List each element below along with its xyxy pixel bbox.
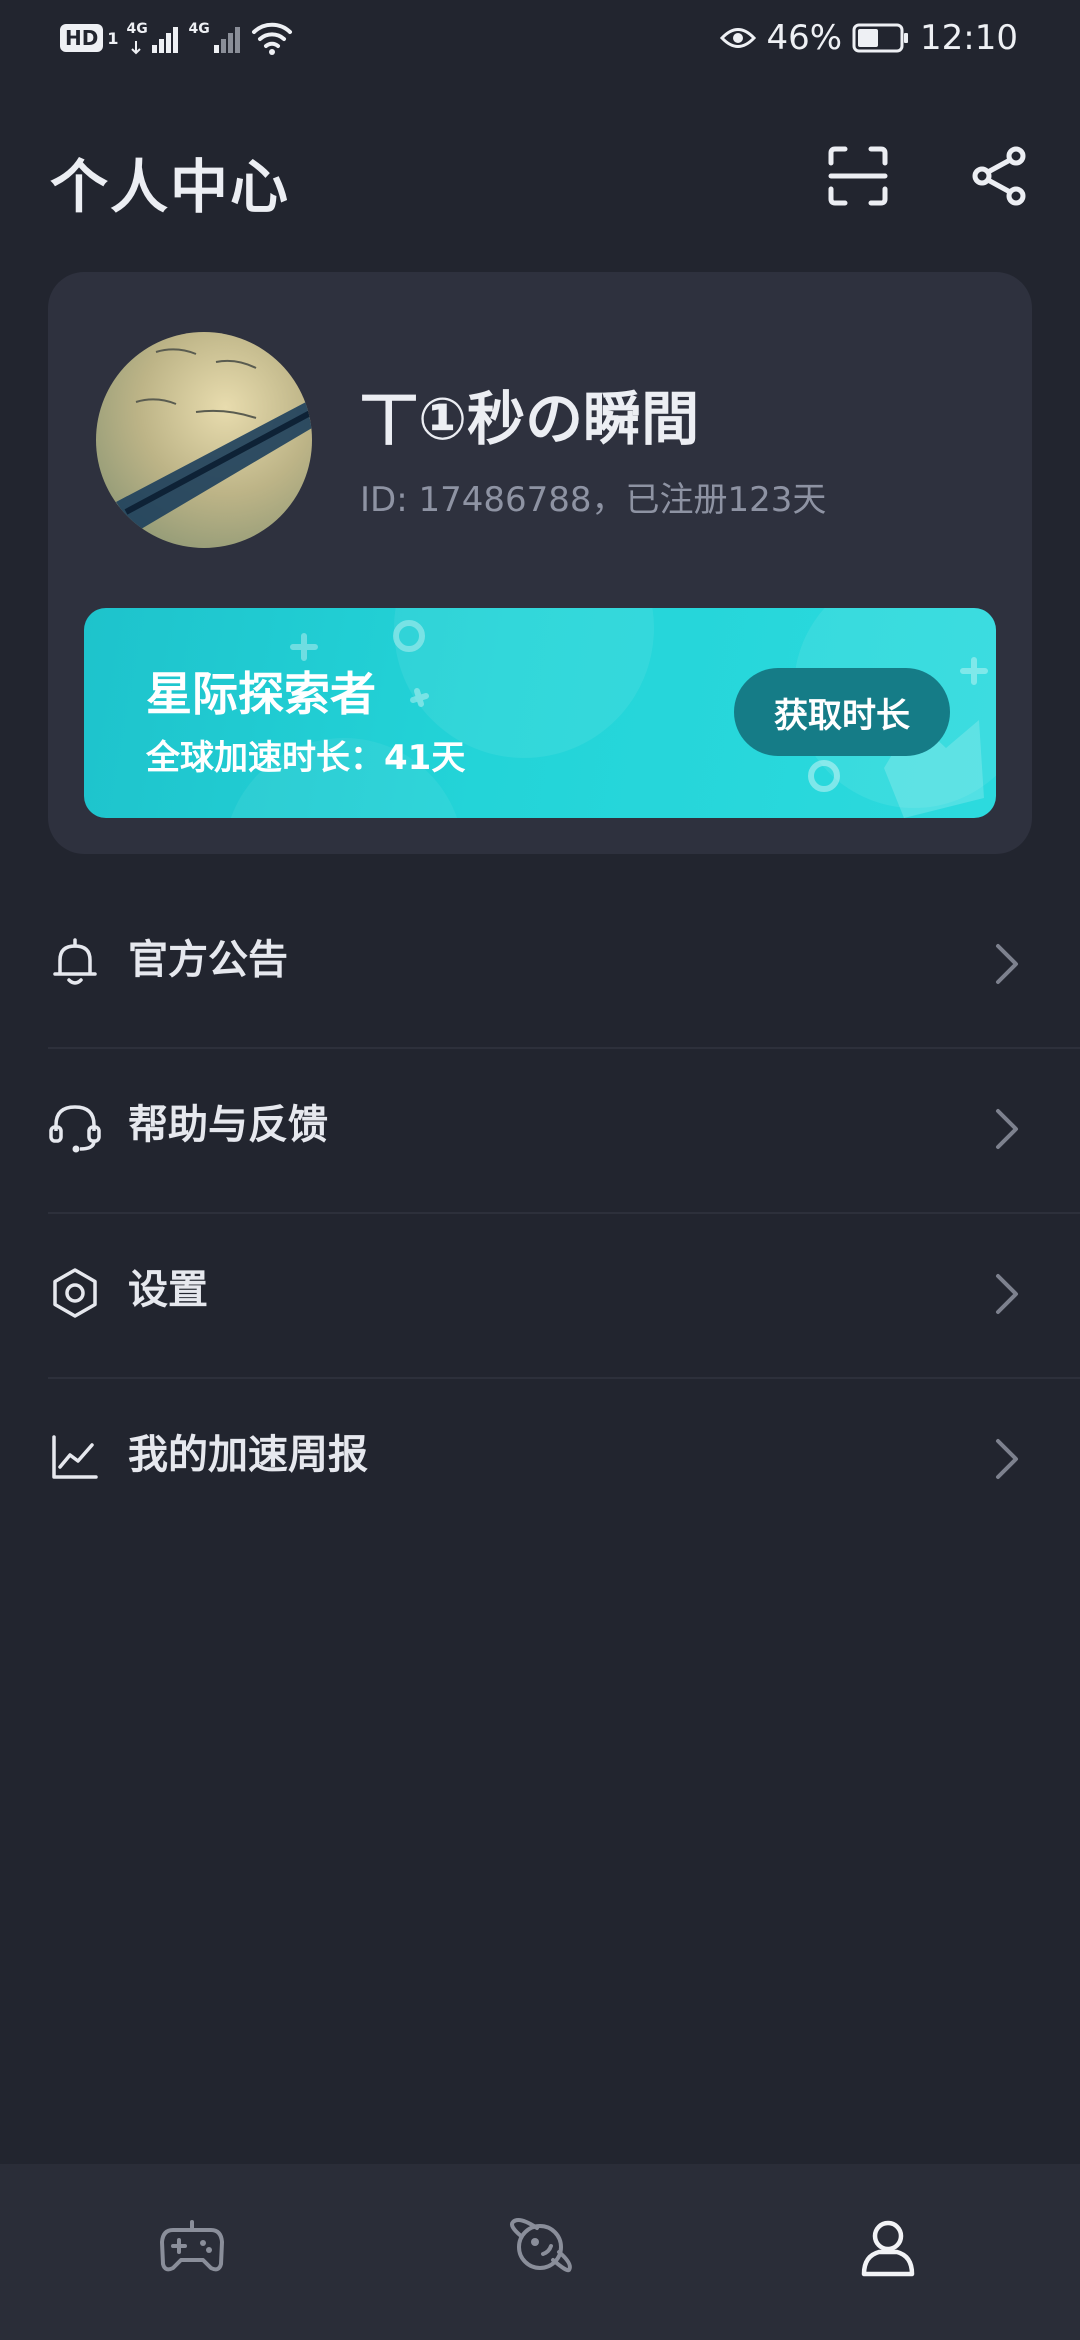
scan-button[interactable] xyxy=(822,140,894,212)
clock: 12:10 xyxy=(920,18,1018,58)
wifi-icon xyxy=(252,22,293,55)
headset-icon xyxy=(49,1105,101,1153)
chevron-right-icon xyxy=(996,1109,1018,1149)
vip-duration: 全球加速时长：41天 xyxy=(146,738,466,778)
user-id: ID: 17486788，已注册123天 xyxy=(360,480,827,520)
tab-explore[interactable] xyxy=(360,2164,720,2340)
menu-item-settings[interactable]: 设置 xyxy=(0,1214,1080,1379)
battery-percent: 46% xyxy=(766,18,843,58)
sim-number: 1 xyxy=(107,28,119,48)
planet-icon xyxy=(510,2218,572,2273)
gamepad-icon xyxy=(160,2220,224,2272)
tab-games[interactable] xyxy=(12,2164,372,2340)
vip-title: 星际探索者 xyxy=(146,667,376,721)
signal-icon: 4G xyxy=(188,21,242,55)
menu-item-label: 帮助与反馈 xyxy=(128,1102,328,1148)
settings-icon xyxy=(53,1268,97,1318)
menu-item-help-feedback[interactable]: 帮助与反馈 xyxy=(0,1049,1080,1214)
vip-banner[interactable]: 星际探索者 全球加速时长：41天 获取时长 xyxy=(84,608,996,818)
chevron-right-icon xyxy=(996,1274,1018,1314)
chart-icon xyxy=(52,1435,98,1479)
chevron-right-icon xyxy=(996,944,1018,984)
scan-icon xyxy=(828,146,888,206)
chevron-right-icon xyxy=(996,1439,1018,1479)
page-title: 个人中心 xyxy=(50,153,291,221)
menu-list: 官方公告 帮助与反馈 设置 我的加速周报 xyxy=(0,884,1080,1544)
status-bar-right: 46% 12:10 xyxy=(720,16,1018,60)
get-duration-button[interactable]: 获取时长 xyxy=(734,668,950,756)
profile-card: 丅①秒の瞬間 ID: 17486788，已注册123天 星际探索者 全球加速时长… xyxy=(48,272,1032,854)
menu-item-announcements[interactable]: 官方公告 xyxy=(0,884,1080,1049)
personal-center-screen: HD 1 4G 4G 46% 12:10 个人中心 丅①秒の瞬間 ID: 174… xyxy=(0,0,1080,2340)
bottom-nav xyxy=(0,2164,1080,2340)
status-bar-left: HD 1 4G 4G xyxy=(60,18,294,58)
eye-icon xyxy=(720,28,757,48)
menu-item-weekly-report[interactable]: 我的加速周报 xyxy=(0,1379,1080,1544)
menu-item-label: 官方公告 xyxy=(128,937,288,983)
username: 丅①秒の瞬間 xyxy=(360,385,700,453)
battery-icon xyxy=(852,23,909,53)
menu-item-label: 我的加速周报 xyxy=(128,1432,368,1478)
hd-badge: HD xyxy=(60,24,104,52)
bell-icon xyxy=(53,938,97,985)
share-button[interactable] xyxy=(964,140,1036,212)
menu-item-label: 设置 xyxy=(128,1267,208,1313)
tab-profile[interactable] xyxy=(708,2164,1068,2340)
signal-icon: 4G xyxy=(126,21,180,55)
avatar[interactable] xyxy=(96,332,312,548)
status-bar: HD 1 4G 4G 46% 12:10 xyxy=(0,0,1080,72)
user-icon xyxy=(861,2220,915,2277)
share-icon xyxy=(972,146,1026,206)
